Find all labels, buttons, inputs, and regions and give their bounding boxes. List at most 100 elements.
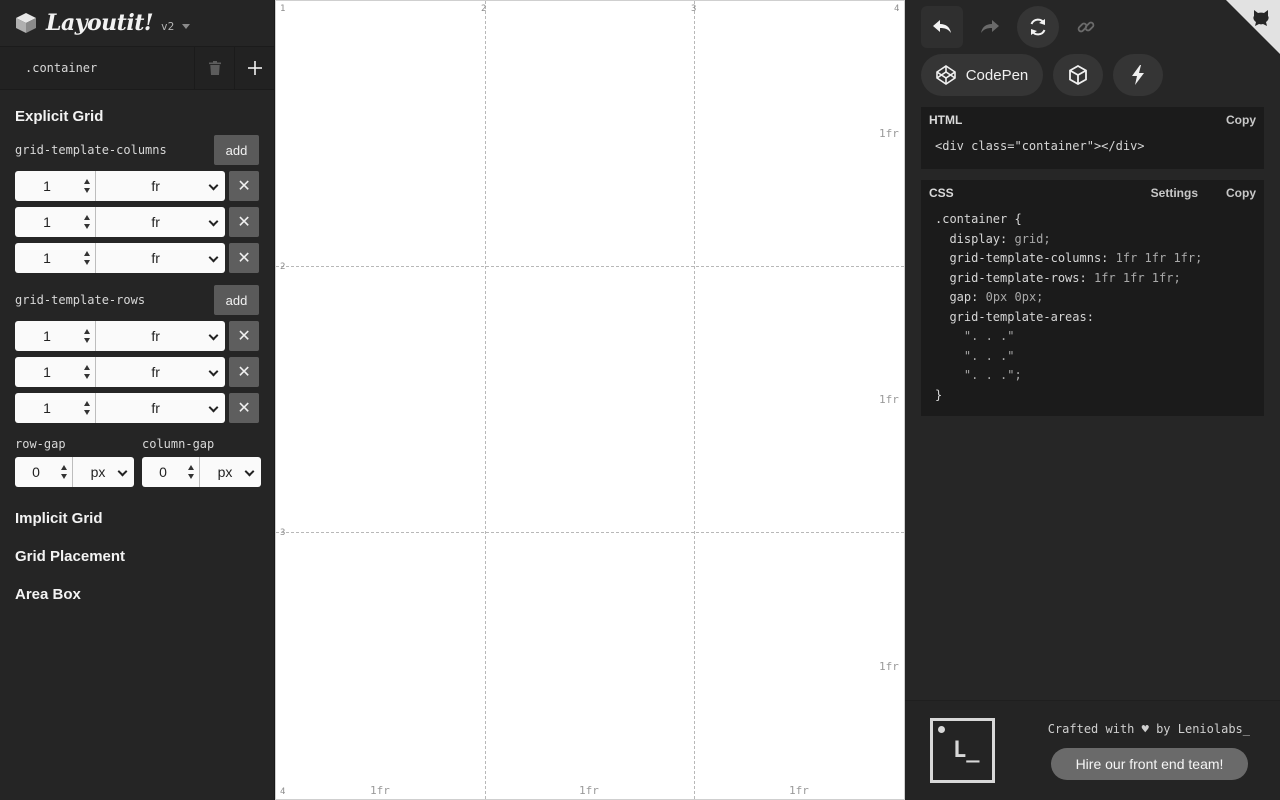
share-link-button[interactable] [1065,6,1107,48]
column-gap-label: column-gap [142,437,215,451]
implicit-grid-section[interactable]: Implicit Grid [0,499,274,537]
html-code[interactable]: <div class="container"></div> [921,133,1264,167]
row-size-label: 1fr [879,393,899,406]
codepen-icon [935,65,956,85]
css-title: CSS [929,186,954,200]
remove-column-button[interactable]: ✕ [229,207,259,237]
column-line-number: 4 [894,4,900,14]
columns-header: grid-template-columns add [0,135,274,165]
grid-placement-section[interactable]: Grid Placement [0,537,274,575]
remove-column-button[interactable]: ✕ [229,171,259,201]
row-size-input[interactable]: 1 [15,321,95,351]
crafted-by-text[interactable]: Crafted with ♥ by Leniolabs_ [1048,722,1250,736]
add-column-button[interactable]: add [214,135,259,165]
row-unit-select[interactable]: fr [94,393,226,423]
explicit-grid-title[interactable]: Explicit Grid [0,108,274,125]
container-selector[interactable]: .container [0,47,194,89]
stackblitz-button[interactable] [1113,54,1163,96]
history-toolbar [921,6,1113,48]
spinner-icon [83,251,91,265]
app-logo-text[interactable]: Layoutit! [46,10,154,36]
spinner-icon [83,365,91,379]
row-unit-select[interactable]: fr [94,357,226,387]
bolt-icon [1132,65,1144,85]
redo-button[interactable] [969,6,1011,48]
trash-icon [208,61,221,75]
code-panel: CodePen HTML Copy <div class="container"… [905,0,1280,800]
github-octocat-icon[interactable] [1250,6,1272,28]
row-line-number: 2 [280,262,286,272]
undo-icon [933,20,951,33]
row-gap-control: row-gap 0 px [15,437,134,487]
leniolabs-logo[interactable]: L_ [930,718,995,783]
columns-label: grid-template-columns [15,143,167,157]
column-track-row: 1 fr ✕ [0,243,274,273]
row-track-row: 1 fr ✕ [0,321,274,351]
undo-button[interactable] [921,6,963,48]
area-box-section[interactable]: Area Box [0,575,274,613]
row-gap-input[interactable]: 0 [15,457,72,487]
version-dropdown-icon[interactable] [182,23,191,29]
add-row-button[interactable]: add [214,285,259,315]
rows-label: grid-template-rows [15,293,146,307]
column-gap-input[interactable]: 0 [142,457,199,487]
row-unit-select[interactable]: fr [94,321,226,351]
html-code-box: HTML Copy <div class="container"></div> [921,107,1264,169]
codesandbox-button[interactable] [1053,54,1103,96]
copy-css-button[interactable]: Copy [1226,186,1256,200]
row-size-input[interactable]: 1 [15,357,95,387]
remove-row-button[interactable]: ✕ [229,393,259,423]
codepen-button[interactable]: CodePen [921,54,1043,96]
add-container-button[interactable] [234,47,274,89]
row-size-label: 1fr [879,127,899,140]
css-code-box: CSS Settings Copy .container { display: … [921,180,1264,416]
grid-canvas[interactable]: 1 2 3 4 2 3 4 1fr 1fr 1fr 1fr 1fr 1fr [275,0,905,800]
column-gap-unit-select[interactable]: px [199,457,261,487]
column-unit-select[interactable]: fr [94,207,226,237]
row-track-row: 1 fr ✕ [0,357,274,387]
link-icon [1077,21,1095,33]
spinner-icon [61,465,68,479]
row-line [276,266,904,267]
delete-container-button[interactable] [194,47,234,89]
column-line [485,1,486,799]
remove-row-button[interactable]: ✕ [229,321,259,351]
column-size-label: 1fr [370,784,390,797]
gap-controls: row-gap 0 px column-gap 0 px [0,437,274,487]
row-gap-unit-select[interactable]: px [72,457,134,487]
column-line-number: 2 [481,4,487,14]
container-bar: .container [0,46,274,90]
redo-icon [981,20,999,33]
column-line [694,1,695,799]
css-settings-button[interactable]: Settings [1151,186,1198,200]
row-size-label: 1fr [879,660,899,673]
row-line-number: 4 [280,787,286,797]
copy-html-button[interactable]: Copy [1226,113,1256,127]
html-title: HTML [929,113,963,127]
spinner-icon [83,179,91,193]
css-code[interactable]: .container { display: grid; grid-templat… [921,206,1264,415]
column-size-input[interactable]: 1 [15,243,95,273]
column-size-label: 1fr [579,784,599,797]
version-label[interactable]: v2 [161,20,174,33]
column-line-number: 3 [691,4,697,14]
codesandbox-icon [1069,65,1087,85]
left-sidebar: Layoutit! v2 .container Explicit Grid gr… [0,0,275,800]
spinner-icon [83,215,91,229]
rows-header: grid-template-rows add [0,285,274,315]
plus-icon [247,61,262,75]
column-size-input[interactable]: 1 [15,171,95,201]
export-toolbar: CodePen [921,54,1173,96]
row-line [276,532,904,533]
reset-button[interactable] [1017,6,1059,48]
row-size-input[interactable]: 1 [15,393,95,423]
column-size-input[interactable]: 1 [15,207,95,237]
hire-team-button[interactable]: Hire our front end team! [1051,748,1248,780]
column-unit-select[interactable]: fr [94,171,226,201]
remove-column-button[interactable]: ✕ [229,243,259,273]
row-track-row: 1 fr ✕ [0,393,274,423]
remove-row-button[interactable]: ✕ [229,357,259,387]
cube-logo-icon [16,13,36,33]
column-track-row: 1 fr ✕ [0,207,274,237]
column-unit-select[interactable]: fr [94,243,226,273]
